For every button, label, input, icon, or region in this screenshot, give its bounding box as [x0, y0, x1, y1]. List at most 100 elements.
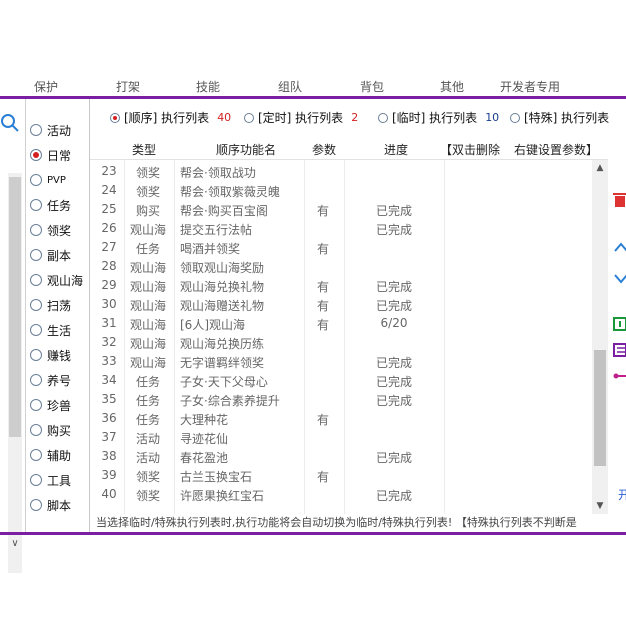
- nav-item-daily[interactable]: 日常: [30, 145, 88, 165]
- tab-fight[interactable]: 打架: [116, 78, 140, 95]
- nav-item-pvp[interactable]: PVP: [30, 170, 88, 190]
- row-progress: 已完成: [375, 223, 412, 237]
- nav-item-life[interactable]: 生活: [30, 320, 88, 340]
- mode-temporary[interactable]: [临时] 执行列表 10: [378, 109, 499, 126]
- table-row[interactable]: 27 任务 喝酒并领奖 有: [90, 238, 608, 257]
- row-type: 观山海: [129, 223, 166, 237]
- table-row[interactable]: 38 活动 春花盈池 已完成: [90, 447, 608, 466]
- radio-button[interactable]: [30, 349, 42, 361]
- mode-timed[interactable]: [定时] 执行列表 2: [244, 109, 358, 126]
- radio-button-selected[interactable]: [30, 149, 42, 161]
- row-type: 观山海: [129, 280, 166, 294]
- nav-item-task[interactable]: 任务: [30, 195, 88, 215]
- table-row[interactable]: 36 任务 大理种花 有: [90, 409, 608, 428]
- radio-button[interactable]: [30, 274, 42, 286]
- search-icon[interactable]: [0, 113, 20, 133]
- tab-protect[interactable]: 保护: [34, 78, 58, 95]
- radio-button[interactable]: [30, 299, 42, 311]
- nav-item-script[interactable]: 脚本: [30, 495, 88, 515]
- tab-team[interactable]: 组队: [278, 78, 302, 95]
- add-icon[interactable]: [613, 316, 626, 332]
- delete-icon[interactable]: [613, 192, 626, 208]
- radio-button[interactable]: [30, 499, 42, 511]
- table-row[interactable]: 34 任务 子女·天下父母心 已完成: [90, 371, 608, 390]
- table-row[interactable]: 23 领奖 帮会·领取战功: [90, 162, 608, 181]
- row-index: 39: [101, 468, 117, 482]
- table-row[interactable]: 37 活动 寻迹花仙: [90, 428, 608, 447]
- nav-item-reward[interactable]: 领奖: [30, 220, 88, 240]
- mode-special[interactable]: [特殊] 执行列表: [510, 109, 609, 126]
- nav-item-buy[interactable]: 购买: [30, 420, 88, 440]
- tab-skill[interactable]: 技能: [196, 78, 220, 95]
- radio-button[interactable]: [30, 199, 42, 211]
- row-param: 有: [316, 470, 329, 484]
- nav-item-guanshanhai[interactable]: 观山海: [30, 270, 88, 290]
- header-progress[interactable]: 进度: [384, 141, 408, 158]
- radio-button[interactable]: [244, 112, 254, 123]
- table-row[interactable]: 31 观山海 [6人]观山海 有 6/20: [90, 314, 608, 333]
- chevron-up-icon[interactable]: ▲: [592, 160, 608, 176]
- header-name[interactable]: 顺序功能名: [216, 141, 276, 158]
- table-row[interactable]: 32 观山海 观山海兑换历练: [90, 333, 608, 352]
- nav-item-assist[interactable]: 辅助: [30, 445, 88, 465]
- table-row[interactable]: 39 领奖 古兰玉换宝石 有: [90, 466, 608, 485]
- table-row[interactable]: 35 任务 子女·综合素养提升 已完成: [90, 390, 608, 409]
- nav-item-dungeon[interactable]: 副本: [30, 245, 88, 265]
- table-row[interactable]: 25 购买 帮会·购买百宝阁 有 已完成: [90, 200, 608, 219]
- radio-button[interactable]: [30, 174, 42, 186]
- header-type[interactable]: 类型: [132, 141, 156, 158]
- status-hint: 当选择临时/特殊执行列表时,执行功能将会自动切换为临时/特殊执行列表! 【特殊执…: [96, 516, 577, 529]
- nav-item-earn[interactable]: 赚钱: [30, 345, 88, 365]
- row-type: 任务: [135, 242, 160, 256]
- row-progress: 已完成: [375, 356, 412, 370]
- radio-button[interactable]: [30, 324, 42, 336]
- radio-button[interactable]: [30, 124, 42, 136]
- radio-button[interactable]: [30, 424, 42, 436]
- row-param: 有: [316, 204, 329, 218]
- row-index: 23: [101, 164, 117, 178]
- header-param[interactable]: 参数: [312, 141, 336, 158]
- table-row[interactable]: 40 领奖 许愿果换红宝石 已完成: [90, 485, 608, 504]
- nav-item-sweep[interactable]: 扫荡: [30, 295, 88, 315]
- tab-bag[interactable]: 背包: [360, 78, 384, 95]
- row-function-name: 观山海兑换历练: [180, 337, 265, 351]
- radio-button-selected[interactable]: [110, 112, 120, 123]
- nav-item-tools[interactable]: 工具: [30, 470, 88, 490]
- share-icon[interactable]: [613, 368, 626, 384]
- move-up-icon[interactable]: [613, 240, 626, 256]
- row-type: 任务: [135, 394, 160, 408]
- left-scrollbar[interactable]: ∨: [8, 173, 22, 573]
- radio-button[interactable]: [30, 449, 42, 461]
- table-row[interactable]: 24 领奖 帮会·领取紫薇灵魄: [90, 181, 608, 200]
- table-scrollbar[interactable]: ▲ ▼: [592, 160, 608, 514]
- nav-item-raise[interactable]: 养号: [30, 370, 88, 390]
- mode-count: 10: [485, 111, 500, 124]
- nav-item-activity[interactable]: 活动: [30, 120, 88, 140]
- table-row[interactable]: 29 观山海 观山海兑换礼物 有 已完成: [90, 276, 608, 295]
- radio-button[interactable]: [30, 399, 42, 411]
- radio-button[interactable]: [30, 474, 42, 486]
- radio-button[interactable]: [378, 112, 388, 123]
- radio-button[interactable]: [30, 224, 42, 236]
- mode-sequence[interactable]: [顺序] 执行列表 40: [110, 109, 231, 126]
- nav-item-pet[interactable]: 珍兽: [30, 395, 88, 415]
- radio-button[interactable]: [30, 374, 42, 386]
- right-strip-label[interactable]: 开: [618, 486, 626, 503]
- task-list-table: 类型 顺序功能名 参数 进度 【双击删除 右键设置参数】 23 领奖 帮会·领取战功…: [90, 136, 608, 514]
- chevron-down-icon[interactable]: ▼: [592, 498, 608, 514]
- table-scrollbar-thumb[interactable]: [594, 350, 606, 466]
- tab-developer[interactable]: 开发者专用: [500, 78, 560, 95]
- move-down-icon[interactable]: [613, 270, 626, 286]
- left-scrollbar-thumb[interactable]: [9, 177, 21, 437]
- tab-other[interactable]: 其他: [440, 78, 464, 95]
- table-row[interactable]: 26 观山海 提交五行法帖 已完成: [90, 219, 608, 238]
- radio-button[interactable]: [30, 249, 42, 261]
- list-icon[interactable]: [613, 342, 626, 358]
- chevron-down-icon[interactable]: ∨: [8, 537, 22, 551]
- table-row[interactable]: 28 观山海 领取观山海奖励: [90, 257, 608, 276]
- table-row[interactable]: 30 观山海 观山海赠送礼物 有 已完成: [90, 295, 608, 314]
- header-hint-delete: 【双击删除: [440, 143, 501, 157]
- radio-button[interactable]: [510, 112, 520, 123]
- table-row[interactable]: 33 观山海 无字谱羁绊领奖 已完成: [90, 352, 608, 371]
- row-index: 40: [101, 487, 117, 501]
